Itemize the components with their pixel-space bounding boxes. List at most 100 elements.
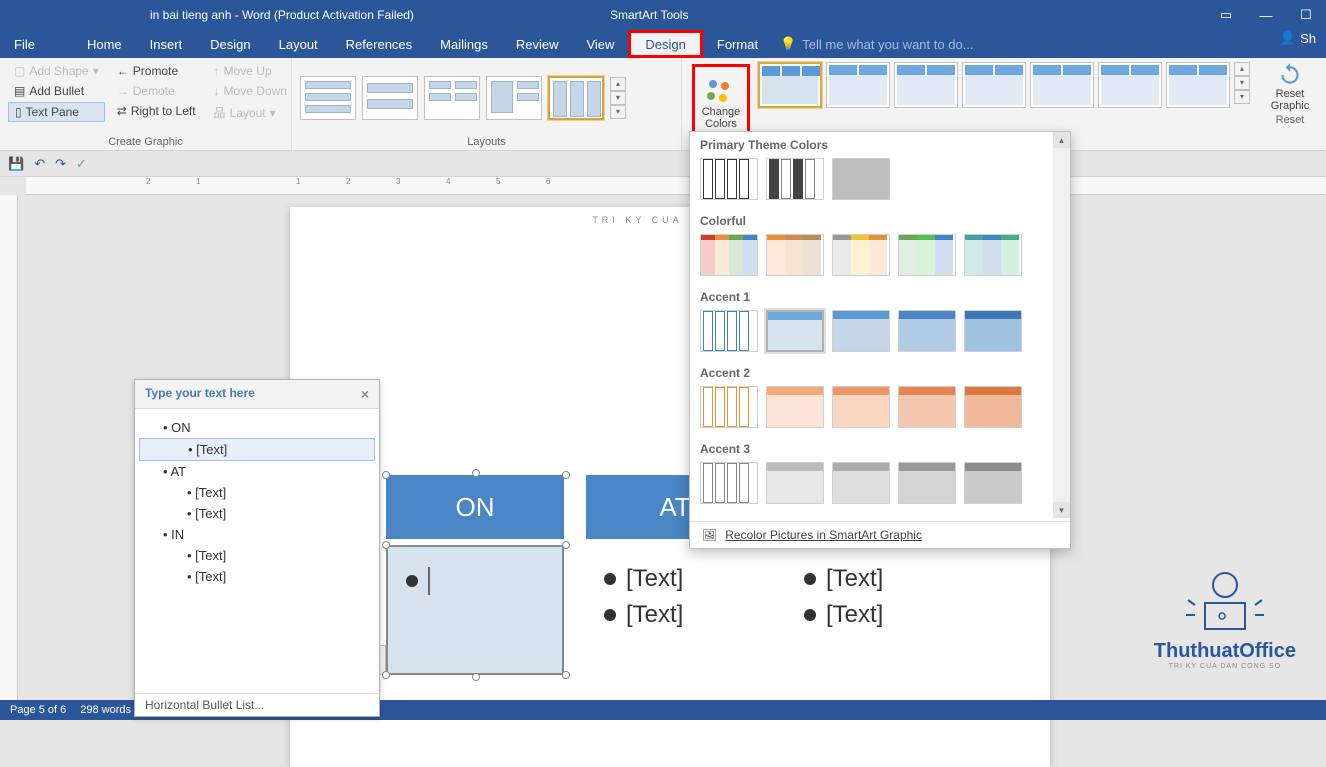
close-icon[interactable]: × bbox=[361, 386, 369, 402]
color-option[interactable] bbox=[700, 386, 758, 428]
watermark-brand: ThuthuatOffice bbox=[1154, 640, 1296, 663]
color-option[interactable] bbox=[700, 158, 758, 200]
tab-insert[interactable]: Insert bbox=[136, 30, 197, 58]
recolor-pictures-button[interactable]: 🖼 Recolor Pictures in SmartArt Graphic bbox=[690, 521, 1070, 548]
color-option[interactable] bbox=[832, 386, 890, 428]
color-option[interactable] bbox=[766, 386, 824, 428]
style-thumb-2[interactable] bbox=[826, 62, 890, 108]
list-item[interactable]: [Text] bbox=[139, 503, 375, 524]
status-page[interactable]: Page 5 of 6 bbox=[10, 704, 66, 716]
window-controls: ▭ — ☐ bbox=[1206, 0, 1326, 30]
layout-thumb-4[interactable] bbox=[486, 76, 542, 120]
layout-thumb-2[interactable] bbox=[362, 76, 418, 120]
color-option[interactable] bbox=[898, 462, 956, 504]
tab-layout[interactable]: Layout bbox=[265, 30, 332, 58]
tab-file[interactable]: File bbox=[0, 30, 49, 58]
color-option[interactable] bbox=[964, 310, 1022, 352]
layout-thumb-5-selected[interactable] bbox=[548, 76, 604, 120]
tell-me-search[interactable]: 💡 Tell me what you want to do... bbox=[772, 30, 973, 58]
group-label-layouts: Layouts bbox=[300, 136, 673, 148]
color-option[interactable] bbox=[700, 462, 758, 504]
ribbon-options-icon[interactable]: ▭ bbox=[1206, 0, 1246, 30]
color-option[interactable] bbox=[700, 310, 758, 352]
promote-button[interactable]: ←Promote bbox=[111, 62, 202, 80]
contextual-tools-title: SmartArt Tools bbox=[610, 8, 688, 22]
style-thumb-4[interactable] bbox=[962, 62, 1026, 108]
tab-mailings[interactable]: Mailings bbox=[426, 30, 502, 58]
color-option[interactable] bbox=[832, 158, 890, 200]
change-colors-dropdown: Primary Theme Colors Colorful Accent 1 A… bbox=[689, 131, 1071, 549]
color-option[interactable] bbox=[898, 386, 956, 428]
maximize-icon[interactable]: ☐ bbox=[1286, 0, 1326, 30]
color-option[interactable] bbox=[766, 234, 824, 276]
tab-references[interactable]: References bbox=[332, 30, 426, 58]
text-pane-list[interactable]: ON [Text] AT [Text] [Text] IN [Text] [Te… bbox=[135, 409, 379, 595]
tab-smartart-design[interactable]: Design bbox=[628, 30, 702, 58]
text-pane-footer[interactable]: Horizontal Bullet List... bbox=[135, 693, 379, 716]
style-thumb-5[interactable] bbox=[1030, 62, 1094, 108]
layout-button[interactable]: 品Layout ▾ bbox=[208, 102, 293, 123]
move-down-button[interactable]: ↓Move Down bbox=[208, 82, 293, 100]
list-item[interactable]: [Text] bbox=[139, 482, 375, 503]
text-pane-button[interactable]: ▯Text Pane bbox=[8, 102, 105, 122]
color-option[interactable] bbox=[898, 310, 956, 352]
list-item[interactable]: IN bbox=[139, 524, 375, 545]
color-option[interactable] bbox=[832, 462, 890, 504]
smartart-body-3[interactable]: [Text] [Text] bbox=[786, 545, 964, 675]
move-up-button[interactable]: ↑Move Up bbox=[208, 62, 293, 80]
minimize-icon[interactable]: — bbox=[1246, 0, 1286, 30]
color-option[interactable] bbox=[964, 462, 1022, 504]
colors-icon bbox=[707, 80, 735, 104]
dropdown-scrollbar[interactable]: ▴ ▾ bbox=[1053, 132, 1070, 518]
color-option[interactable] bbox=[832, 310, 890, 352]
style-thumb-6[interactable] bbox=[1098, 62, 1162, 108]
customize-icon[interactable]: ✓ bbox=[76, 156, 87, 172]
smartart-body-2[interactable]: [Text] [Text] bbox=[586, 545, 764, 675]
save-icon[interactable]: 💾 bbox=[8, 156, 24, 172]
color-option[interactable] bbox=[898, 234, 956, 276]
reset-graphic-button[interactable]: Reset Graphic bbox=[1262, 62, 1318, 112]
redo-icon[interactable]: ↷ bbox=[55, 156, 66, 172]
list-item[interactable]: [Text] bbox=[139, 566, 375, 587]
tab-format[interactable]: Format bbox=[703, 30, 772, 58]
vertical-ruler[interactable] bbox=[0, 195, 18, 700]
smartart-body-1-selected[interactable] bbox=[386, 545, 564, 675]
rtl-button[interactable]: ⇄Right to Left bbox=[111, 102, 202, 120]
style-thumb-7[interactable] bbox=[1166, 62, 1230, 108]
share-button[interactable]: 👤 Sh bbox=[1280, 30, 1316, 46]
chevron-down-icon: ▾ bbox=[93, 64, 99, 78]
list-item[interactable]: AT bbox=[139, 461, 375, 482]
group-create-graphic: ▢Add Shape ▾ ▤Add Bullet ▯Text Pane ←Pro… bbox=[0, 58, 292, 150]
color-option[interactable] bbox=[766, 158, 824, 200]
add-shape-button[interactable]: ▢Add Shape ▾ bbox=[8, 62, 105, 80]
group-label-create-graphic: Create Graphic bbox=[8, 136, 283, 148]
horizontal-ruler[interactable]: 21 12 34 56 bbox=[26, 177, 1326, 195]
status-words[interactable]: 298 words bbox=[80, 704, 131, 716]
style-thumb-1[interactable] bbox=[758, 62, 822, 108]
tab-review[interactable]: Review bbox=[502, 30, 573, 58]
color-option[interactable] bbox=[700, 234, 758, 276]
tab-home[interactable]: Home bbox=[73, 30, 136, 58]
add-bullet-button[interactable]: ▤Add Bullet bbox=[8, 82, 105, 100]
color-option[interactable] bbox=[766, 462, 824, 504]
tab-view[interactable]: View bbox=[572, 30, 628, 58]
list-item[interactable]: ON bbox=[139, 417, 375, 438]
styles-more[interactable]: ▴▾▾ bbox=[1234, 62, 1250, 148]
smartart-header-1[interactable]: ON bbox=[386, 475, 564, 539]
tab-design[interactable]: Design bbox=[196, 30, 264, 58]
undo-icon[interactable]: ↶ bbox=[34, 156, 45, 172]
style-thumb-3[interactable] bbox=[894, 62, 958, 108]
group-reset: Reset Graphic Reset bbox=[1254, 58, 1326, 128]
color-option-selected[interactable] bbox=[766, 310, 824, 352]
list-item-selected[interactable]: [Text] bbox=[139, 438, 375, 461]
demote-button[interactable]: →Demote bbox=[111, 82, 202, 100]
pane-icon: ▯ bbox=[15, 105, 22, 119]
color-option[interactable] bbox=[832, 234, 890, 276]
list-item[interactable]: [Text] bbox=[139, 545, 375, 566]
layouts-more[interactable]: ▴▾▾ bbox=[610, 77, 626, 119]
layout-thumb-1[interactable] bbox=[300, 76, 356, 120]
color-option[interactable] bbox=[964, 386, 1022, 428]
layout-thumb-3[interactable] bbox=[424, 76, 480, 120]
color-option[interactable] bbox=[964, 234, 1022, 276]
quick-access-toolbar: 💾 ↶ ↷ ✓ bbox=[0, 151, 1326, 177]
